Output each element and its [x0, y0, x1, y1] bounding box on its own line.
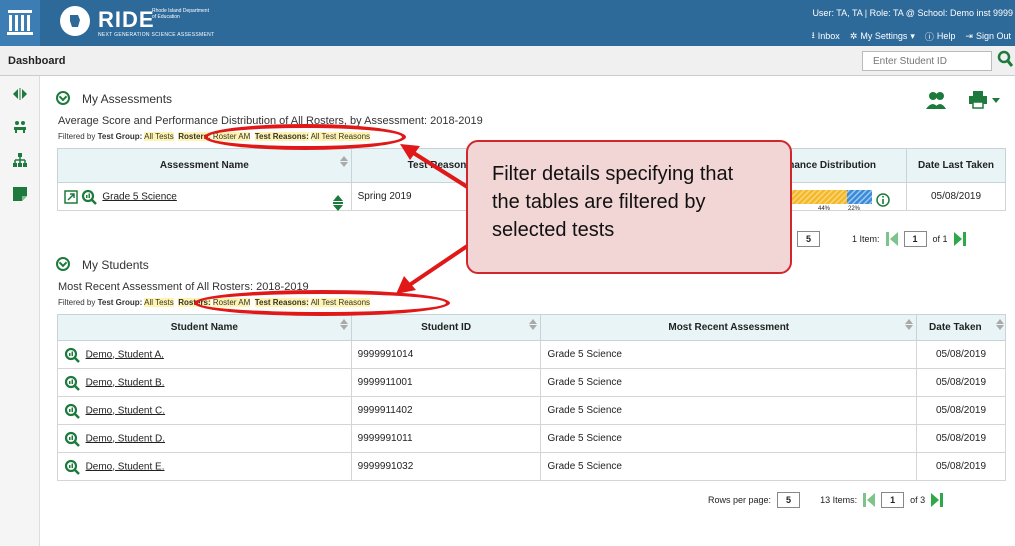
- annotation-callout: Filter details specifying that the table…: [466, 140, 792, 274]
